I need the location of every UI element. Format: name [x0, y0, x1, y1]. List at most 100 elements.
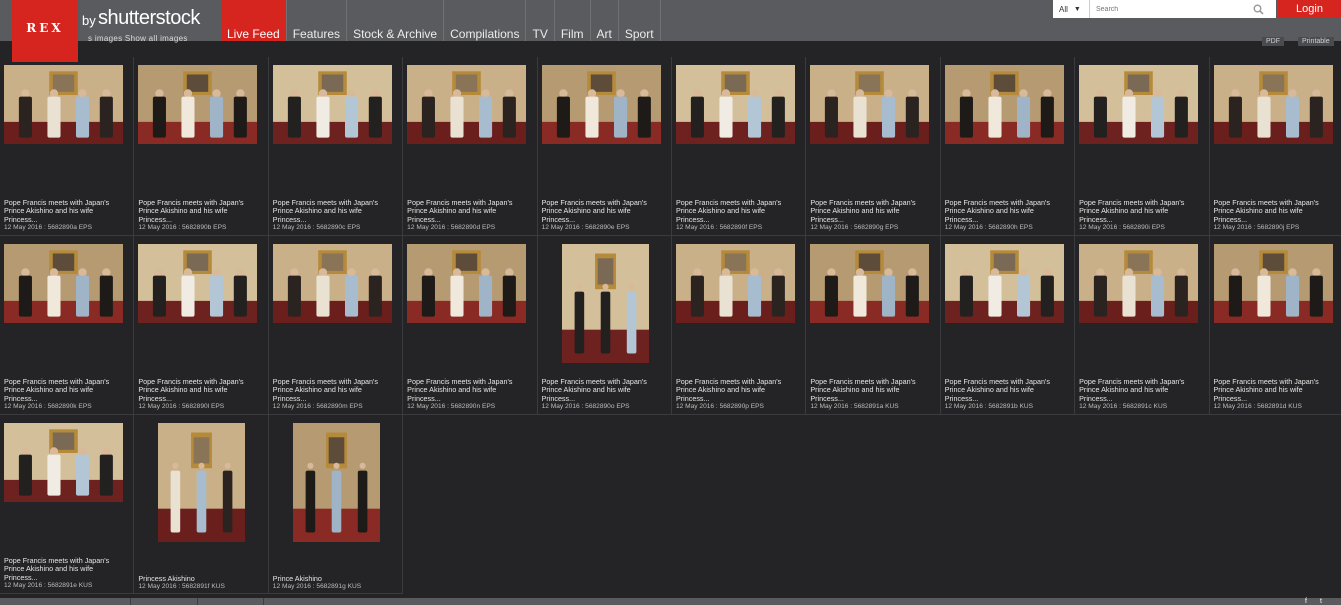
image-meta: 12 May 2016 : 5682890f EPS [675, 224, 763, 231]
image-thumbnail[interactable] [138, 65, 258, 144]
image-card[interactable]: Pope Francis meets with Japan's Prince A… [671, 236, 807, 415]
image-card[interactable]: Pope Francis meets with Japan's Prince A… [0, 236, 135, 415]
image-card[interactable]: Pope Francis meets with Japan's Prince A… [134, 57, 269, 236]
image-thumbnail[interactable] [4, 423, 123, 502]
image-thumbnail[interactable] [1213, 65, 1333, 144]
image-card[interactable]: Pope Francis meets with Japan's Prince A… [1209, 236, 1341, 415]
nav-item-live-feed[interactable]: Live Feed [221, 0, 287, 41]
image-caption[interactable]: Pope Francis meets with Japan's Prince A… [4, 377, 128, 403]
image-meta: 12 May 2016 : 5682890n EPS [407, 403, 496, 410]
image-meta: 12 May 2016 : 5682891f KUS [138, 583, 225, 590]
image-thumbnail[interactable] [810, 65, 930, 144]
image-card[interactable]: Prince Akishino 12 May 2016 : 5682891g KU… [268, 415, 404, 594]
image-caption[interactable]: Pope Francis meets with Japan's Prince A… [273, 198, 397, 224]
image-caption[interactable]: Pope Francis meets with Japan's Prince A… [676, 377, 800, 403]
image-card[interactable]: Pope Francis meets with Japan's Prince A… [940, 57, 1076, 236]
image-thumbnail[interactable] [407, 65, 527, 144]
image-caption[interactable]: Pope Francis meets with Japan's Prince A… [1079, 377, 1203, 403]
image-thumbnail[interactable] [944, 65, 1064, 144]
image-thumbnail[interactable] [4, 65, 123, 144]
search-icon[interactable] [1250, 1, 1266, 17]
image-card[interactable]: Pope Francis meets with Japan's Prince A… [0, 415, 135, 594]
login-button[interactable]: Login [1278, 0, 1341, 18]
photo-placeholder [810, 244, 930, 323]
nav-item-film[interactable]: Film [555, 0, 591, 41]
show-all-images-link[interactable]: s images Show all images [88, 34, 188, 43]
image-thumbnail[interactable] [561, 244, 649, 363]
image-caption[interactable]: Pope Francis meets with Japan's Prince A… [542, 377, 666, 403]
image-card[interactable]: Pope Francis meets with Japan's Prince A… [537, 236, 672, 415]
image-thumbnail[interactable] [272, 244, 392, 323]
search-input[interactable] [1090, 1, 1250, 17]
image-caption[interactable]: Pope Francis meets with Japan's Prince A… [407, 377, 531, 403]
image-card[interactable]: Pope Francis meets with Japan's Prince A… [806, 57, 941, 236]
image-caption[interactable]: Pope Francis meets with Japan's Prince A… [810, 198, 934, 224]
image-thumbnail[interactable] [1079, 244, 1199, 323]
image-caption[interactable]: Pope Francis meets with Japan's Prince A… [407, 198, 531, 224]
nav-item-compilations[interactable]: Compilations [444, 0, 527, 41]
image-meta: 12 May 2016 : 5682890m EPS [272, 403, 363, 410]
photo-placeholder [4, 423, 123, 502]
image-card[interactable]: Pope Francis meets with Japan's Prince A… [1075, 57, 1210, 236]
image-caption[interactable]: Pope Francis meets with Japan's Prince A… [1214, 377, 1338, 403]
image-card[interactable]: Pope Francis meets with Japan's Prince A… [1209, 57, 1341, 236]
photo-placeholder [1079, 244, 1199, 323]
pdf-button[interactable]: PDF [1262, 37, 1284, 46]
image-caption[interactable]: Pope Francis meets with Japan's Prince A… [1214, 198, 1338, 224]
image-card[interactable]: Pope Francis meets with Japan's Prince A… [403, 57, 538, 236]
image-thumbnail[interactable] [158, 423, 246, 542]
image-thumbnail[interactable] [810, 244, 930, 323]
printable-button[interactable]: Printable [1298, 37, 1334, 46]
image-card[interactable]: Princess Akishino 12 May 2016 : 5682891f … [134, 415, 269, 594]
image-meta: 12 May 2016 : 5682890p EPS [675, 403, 764, 410]
image-card[interactable]: Pope Francis meets with Japan's Prince A… [0, 57, 135, 236]
photo-placeholder [944, 244, 1064, 323]
photo-placeholder [138, 244, 258, 323]
image-caption[interactable]: Pope Francis meets with Japan's Prince A… [945, 198, 1069, 224]
image-caption[interactable]: Pope Francis meets with Japan's Prince A… [542, 198, 666, 224]
image-card[interactable]: Pope Francis meets with Japan's Prince A… [537, 57, 672, 236]
image-card[interactable]: Pope Francis meets with Japan's Prince A… [671, 57, 807, 236]
nav-item-tv[interactable]: TV [526, 0, 555, 41]
image-thumbnail[interactable] [4, 244, 123, 323]
image-card[interactable]: Pope Francis meets with Japan's Prince A… [940, 236, 1076, 415]
image-card[interactable]: Pope Francis meets with Japan's Prince A… [134, 236, 269, 415]
image-thumbnail[interactable] [541, 65, 661, 144]
image-thumbnail[interactable] [1079, 65, 1199, 144]
image-thumbnail[interactable] [272, 65, 392, 144]
nav-item-stock-archive[interactable]: Stock & Archive [347, 0, 445, 41]
image-meta: 12 May 2016 : 5682890g EPS [810, 224, 899, 231]
image-caption[interactable]: Pope Francis meets with Japan's Prince A… [1079, 198, 1203, 224]
image-thumbnail[interactable] [675, 244, 795, 323]
image-card[interactable]: Pope Francis meets with Japan's Prince A… [806, 236, 941, 415]
image-card[interactable]: Pope Francis meets with Japan's Prince A… [1075, 236, 1210, 415]
image-caption[interactable]: Pope Francis meets with Japan's Prince A… [273, 377, 397, 403]
nav-item-art[interactable]: Art [591, 0, 619, 41]
image-thumbnail[interactable] [1213, 244, 1333, 323]
image-caption[interactable]: Pope Francis meets with Japan's Prince A… [138, 198, 262, 224]
image-thumbnail[interactable] [944, 244, 1064, 323]
image-caption[interactable]: Pope Francis meets with Japan's Prince A… [945, 377, 1069, 403]
image-caption[interactable]: Pope Francis meets with Japan's Prince A… [4, 198, 128, 224]
photo-placeholder [4, 65, 123, 144]
image-card[interactable]: Pope Francis meets with Japan's Prince A… [268, 236, 404, 415]
nav-item-sport[interactable]: Sport [619, 0, 661, 41]
image-caption[interactable]: Pope Francis meets with Japan's Prince A… [4, 556, 128, 582]
rex-logo[interactable]: REX [12, 0, 78, 62]
search-filter-select[interactable]: All ▼ [1053, 0, 1090, 18]
image-thumbnail[interactable] [675, 65, 795, 144]
image-meta: 12 May 2016 : 5682890a EPS [4, 224, 92, 231]
facebook-icon[interactable]: f [1305, 598, 1307, 605]
image-thumbnail[interactable] [407, 244, 527, 323]
bottom-divider [263, 598, 264, 605]
twitter-icon[interactable]: t [1320, 598, 1322, 605]
nav-item-features[interactable]: Features [287, 0, 348, 41]
shutterstock-logo[interactable]: shutterstock [98, 7, 200, 30]
image-caption[interactable]: Pope Francis meets with Japan's Prince A… [676, 198, 800, 224]
image-caption[interactable]: Pope Francis meets with Japan's Prince A… [810, 377, 934, 403]
image-thumbnail[interactable] [292, 423, 380, 542]
image-caption[interactable]: Pope Francis meets with Japan's Prince A… [138, 377, 262, 403]
image-thumbnail[interactable] [138, 244, 258, 323]
image-card[interactable]: Pope Francis meets with Japan's Prince A… [403, 236, 538, 415]
image-card[interactable]: Pope Francis meets with Japan's Prince A… [268, 57, 404, 236]
